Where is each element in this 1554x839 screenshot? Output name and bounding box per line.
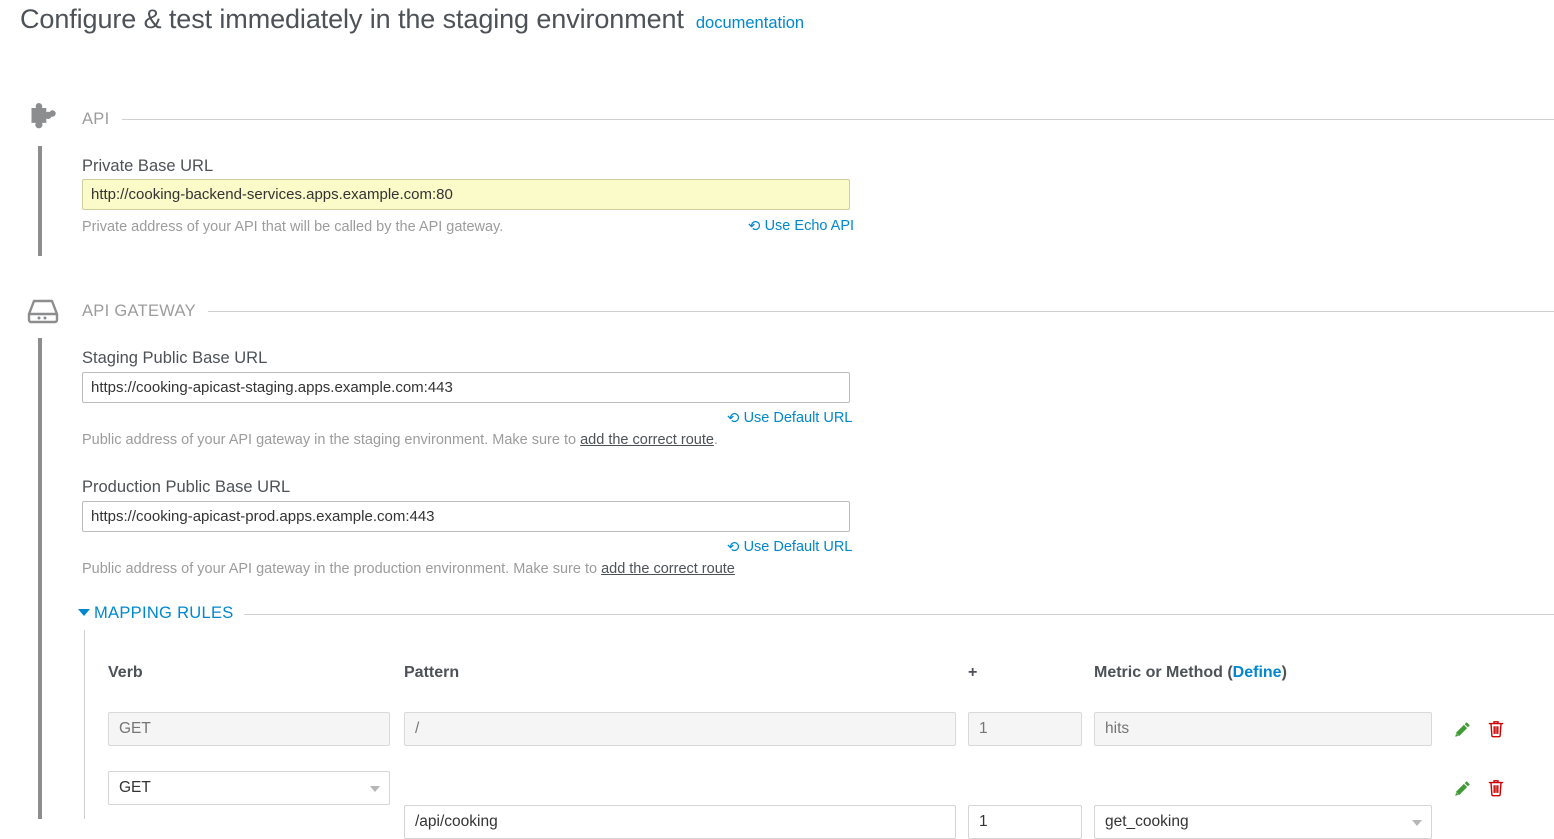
mapping-rules-label[interactable]: MAPPING RULES bbox=[94, 604, 244, 623]
production-use-default-url-link[interactable]: ⟳ Use Default URL bbox=[727, 538, 852, 556]
column-header-metric: Metric or Method (Define) bbox=[1094, 664, 1287, 682]
mapping-rules-divider bbox=[94, 614, 1554, 615]
column-header-metric-prefix: Metric or Method ( bbox=[1094, 664, 1233, 681]
table-row: GET get_cooking bbox=[0, 771, 1554, 839]
row-0-pencil-icon[interactable] bbox=[1452, 718, 1472, 740]
row-1-delta-input[interactable] bbox=[968, 805, 1082, 839]
api-section-divider bbox=[82, 119, 1554, 120]
row-0-verb-input[interactable] bbox=[108, 712, 390, 746]
api-gateway-section-gutter bbox=[38, 338, 42, 819]
use-echo-api-label: Use Echo API bbox=[764, 218, 855, 234]
api-section: API bbox=[0, 98, 1554, 140]
chevron-down-icon bbox=[1412, 820, 1422, 826]
use-echo-api-link[interactable]: ⟳ Use Echo API bbox=[748, 217, 854, 235]
staging-use-default-url-label: Use Default URL bbox=[743, 410, 853, 426]
row-0-delta-input[interactable] bbox=[968, 712, 1082, 746]
staging-use-default-url-link[interactable]: ⟳ Use Default URL bbox=[727, 409, 852, 427]
column-header-metric-suffix: ) bbox=[1281, 664, 1287, 681]
mapping-rules-header[interactable]: MAPPING RULES bbox=[78, 604, 1554, 626]
row-1-trash-icon[interactable] bbox=[1486, 777, 1506, 799]
api-gateway-section-divider bbox=[82, 311, 1554, 312]
define-metric-link[interactable]: Define bbox=[1233, 664, 1282, 681]
staging-public-base-url-input[interactable] bbox=[82, 372, 850, 403]
production-help-prefix: Public address of your API gateway in th… bbox=[82, 561, 602, 577]
private-base-url-label: Private Base URL bbox=[82, 157, 214, 175]
staging-help-suffix: . bbox=[713, 432, 718, 448]
private-base-url-help: Private address of your API that will be… bbox=[82, 219, 504, 235]
puzzle-piece-icon bbox=[22, 98, 64, 140]
staging-help-prefix: Public address of your API gateway in th… bbox=[82, 432, 581, 448]
api-gateway-section-label: API GATEWAY bbox=[82, 301, 208, 321]
production-public-base-url-label: Production Public Base URL bbox=[82, 478, 291, 496]
production-use-default-url-label: Use Default URL bbox=[743, 539, 853, 555]
row-1-metric-value: get_cooking bbox=[1105, 813, 1189, 830]
api-section-header: API bbox=[0, 98, 1554, 140]
row-1-verb-value: GET bbox=[119, 779, 151, 796]
mapping-rules-table-header: Verb Pattern + Metric or Method (Define) bbox=[0, 664, 1554, 688]
undo-icon: ⟳ bbox=[748, 218, 761, 235]
staging-public-base-url-label: Staging Public Base URL bbox=[82, 349, 268, 367]
staging-add-route-link[interactable]: add the correct route bbox=[580, 432, 714, 448]
server-icon bbox=[22, 290, 64, 332]
api-gateway-section-header: API GATEWAY bbox=[0, 290, 1554, 332]
production-help-text: Public address of your API gateway in th… bbox=[82, 561, 735, 577]
table-row bbox=[0, 712, 1554, 746]
production-add-route-link[interactable]: add the correct route bbox=[601, 561, 735, 577]
api-section-gutter bbox=[38, 146, 42, 256]
page-header: Configure & test immediately in the stag… bbox=[20, 4, 804, 35]
production-public-base-url-input[interactable] bbox=[82, 501, 850, 532]
documentation-link[interactable]: documentation bbox=[696, 14, 804, 33]
page-title: Configure & test immediately in the stag… bbox=[20, 4, 684, 34]
caret-down-icon[interactable] bbox=[78, 609, 90, 616]
private-base-url-input[interactable] bbox=[82, 179, 850, 210]
column-header-verb: Verb bbox=[108, 664, 143, 681]
undo-icon: ⟳ bbox=[727, 410, 740, 427]
chevron-down-icon bbox=[370, 786, 380, 792]
row-0-trash-icon[interactable] bbox=[1486, 718, 1506, 740]
row-1-pattern-input[interactable] bbox=[404, 805, 956, 839]
row-0-pattern-input[interactable] bbox=[404, 712, 956, 746]
row-1-pencil-icon[interactable] bbox=[1452, 777, 1472, 799]
undo-icon: ⟳ bbox=[727, 539, 740, 556]
api-section-label: API bbox=[82, 109, 122, 129]
column-header-pattern: Pattern bbox=[404, 664, 460, 681]
staging-help-text: Public address of your API gateway in th… bbox=[82, 432, 718, 448]
row-1-verb-select[interactable]: GET bbox=[108, 771, 390, 805]
api-gateway-section: API GATEWAY bbox=[0, 290, 1554, 332]
row-0-metric-input[interactable] bbox=[1094, 712, 1432, 746]
column-header-delta: + bbox=[968, 664, 978, 681]
row-1-metric-select[interactable]: get_cooking bbox=[1094, 805, 1432, 839]
